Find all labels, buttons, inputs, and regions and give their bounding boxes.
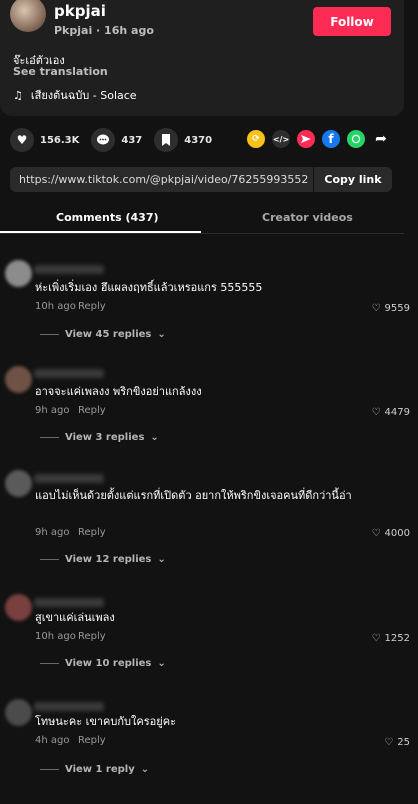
comment-action[interactable]: 437 [91, 128, 142, 152]
view-replies-button[interactable]: View 45 replies ⌄ [40, 329, 166, 340]
send-to-friends-icon[interactable] [297, 130, 315, 148]
comment-like-count: 25 [397, 737, 410, 748]
reply-button[interactable]: Reply [78, 405, 106, 416]
divider-line [40, 769, 59, 770]
view-replies-label: View 1 reply [65, 764, 135, 775]
facebook-icon[interactable]: f [322, 130, 340, 148]
comment-like-count: 4000 [384, 528, 410, 539]
comment-like[interactable]: ♡ 4000 [372, 528, 410, 539]
view-replies-label: View 3 replies [65, 432, 145, 443]
heart-icon: ♥ [10, 128, 34, 152]
view-replies-label: View 10 replies [65, 658, 152, 669]
comment-text: ห่ะเพิ่งเริ่มเอง ฮึแผลงฤทธิ์แล้วเหรอแกร … [35, 281, 263, 294]
heart-outline-icon: ♡ [371, 407, 381, 418]
heart-outline-icon: ♡ [371, 633, 381, 644]
heart-outline-icon: ♡ [371, 303, 381, 314]
copy-link-button[interactable]: Copy link [313, 167, 392, 192]
view-replies-label: View 12 replies [65, 554, 152, 565]
view-replies-button[interactable]: View 10 replies ⌄ [40, 658, 166, 669]
reply-button[interactable]: Reply [78, 301, 106, 312]
active-tab-indicator [0, 231, 201, 233]
chevron-down-icon: ⌄ [157, 658, 166, 669]
comment-time: 10h ago [35, 631, 76, 642]
comment-text: แอบไม่เห็นด้วยตั้งแต่แรกที่เปิดตัว อยากใ… [35, 489, 352, 502]
comment-like[interactable]: ♡ 1252 [372, 633, 410, 644]
commenter-avatar[interactable] [5, 594, 32, 621]
comment-time: 9h ago [35, 405, 70, 416]
view-replies-label: View 45 replies [65, 329, 152, 340]
comment-time: 9h ago [35, 527, 70, 538]
comment-time: 4h ago [35, 735, 70, 746]
like-action[interactable]: ♥ 156.3K [10, 128, 79, 152]
music-note-icon: ♫ [13, 88, 23, 102]
tab-bar: Comments (437) Creator videos [0, 200, 404, 234]
share-link-box: https://www.tiktok.com/@pkpjai/video/762… [10, 167, 392, 192]
save-count: 4370 [184, 134, 213, 146]
reply-button[interactable]: Reply [78, 527, 106, 538]
see-translation-link[interactable]: See translation [13, 65, 108, 78]
music-title: เสียงต้นฉบับ - Solace [30, 89, 137, 102]
video-info-card: pkpjai Pkpjai · 16h ago Follow จ๊ะเอ๋ตัว… [0, 0, 404, 116]
commenter-avatar[interactable] [5, 260, 32, 287]
comment-like[interactable]: ♡ 9559 [372, 303, 410, 314]
music-row[interactable]: ♫ เสียงต้นฉบับ - Solace [13, 86, 137, 104]
commenter-avatar[interactable] [5, 470, 32, 497]
creator-meta: Pkpjai · 16h ago [54, 24, 154, 37]
chevron-down-icon: ⌄ [157, 554, 166, 565]
embed-code-icon[interactable]: </> [272, 130, 290, 148]
repost-icon[interactable]: ⟳ [247, 130, 265, 148]
creator-avatar[interactable] [10, 0, 46, 32]
commenter-name[interactable] [34, 369, 104, 378]
share-url[interactable]: https://www.tiktok.com/@pkpjai/video/762… [19, 173, 309, 186]
save-action[interactable]: 4370 [154, 128, 212, 152]
comment-like[interactable]: ♡ 4479 [372, 407, 410, 418]
comment-like-count: 4479 [384, 407, 410, 418]
commenter-name[interactable] [34, 265, 104, 274]
divider-line [40, 334, 59, 335]
like-count: 156.3K [40, 134, 80, 146]
chevron-down-icon: ⌄ [150, 432, 159, 443]
comment-count: 437 [121, 134, 143, 146]
comment-text: อาจจะแค่เพลงง พริกขิงอย่าแกล้งงง [35, 385, 202, 398]
comment-like-count: 1252 [384, 633, 410, 644]
share-arrow-icon[interactable]: ➦ [372, 130, 390, 148]
commenter-name[interactable] [34, 598, 104, 607]
commenter-avatar[interactable] [5, 366, 32, 393]
comment-bubble-icon [91, 128, 116, 152]
action-bar: ♥ 156.3K 437 4370 [10, 128, 224, 152]
view-replies-button[interactable]: View 1 reply ⌄ [40, 764, 149, 775]
comment-text: โทษนะคะ เขาคบกับใครอยู่คะ [35, 715, 176, 728]
divider-line [40, 559, 59, 560]
comment-time: 10h ago [35, 301, 76, 312]
comment-like[interactable]: ♡ 25 [384, 737, 410, 748]
tab-creator-videos[interactable]: Creator videos [262, 211, 353, 224]
tab-comments[interactable]: Comments (437) [56, 211, 159, 224]
comment-text: สูเขาแค่เล่นเพลง [35, 611, 115, 624]
view-replies-button[interactable]: View 3 replies ⌄ [40, 432, 159, 443]
commenter-name[interactable] [34, 474, 104, 483]
comment-like-count: 9559 [384, 303, 410, 314]
view-replies-button[interactable]: View 12 replies ⌄ [40, 554, 166, 565]
commenter-avatar[interactable] [5, 699, 32, 726]
chevron-down-icon: ⌄ [157, 329, 166, 340]
chevron-down-icon: ⌄ [140, 764, 150, 775]
commenter-name[interactable] [34, 702, 104, 711]
heart-outline-icon: ♡ [384, 737, 394, 748]
follow-button[interactable]: Follow [313, 7, 391, 36]
reply-button[interactable]: Reply [78, 631, 106, 642]
creator-username[interactable]: pkpjai [54, 2, 106, 20]
divider-line [40, 663, 59, 664]
heart-outline-icon: ♡ [371, 528, 381, 539]
bookmark-icon [154, 128, 179, 152]
whatsapp-icon[interactable] [347, 130, 365, 148]
divider-line [40, 437, 59, 438]
reply-button[interactable]: Reply [78, 735, 106, 746]
